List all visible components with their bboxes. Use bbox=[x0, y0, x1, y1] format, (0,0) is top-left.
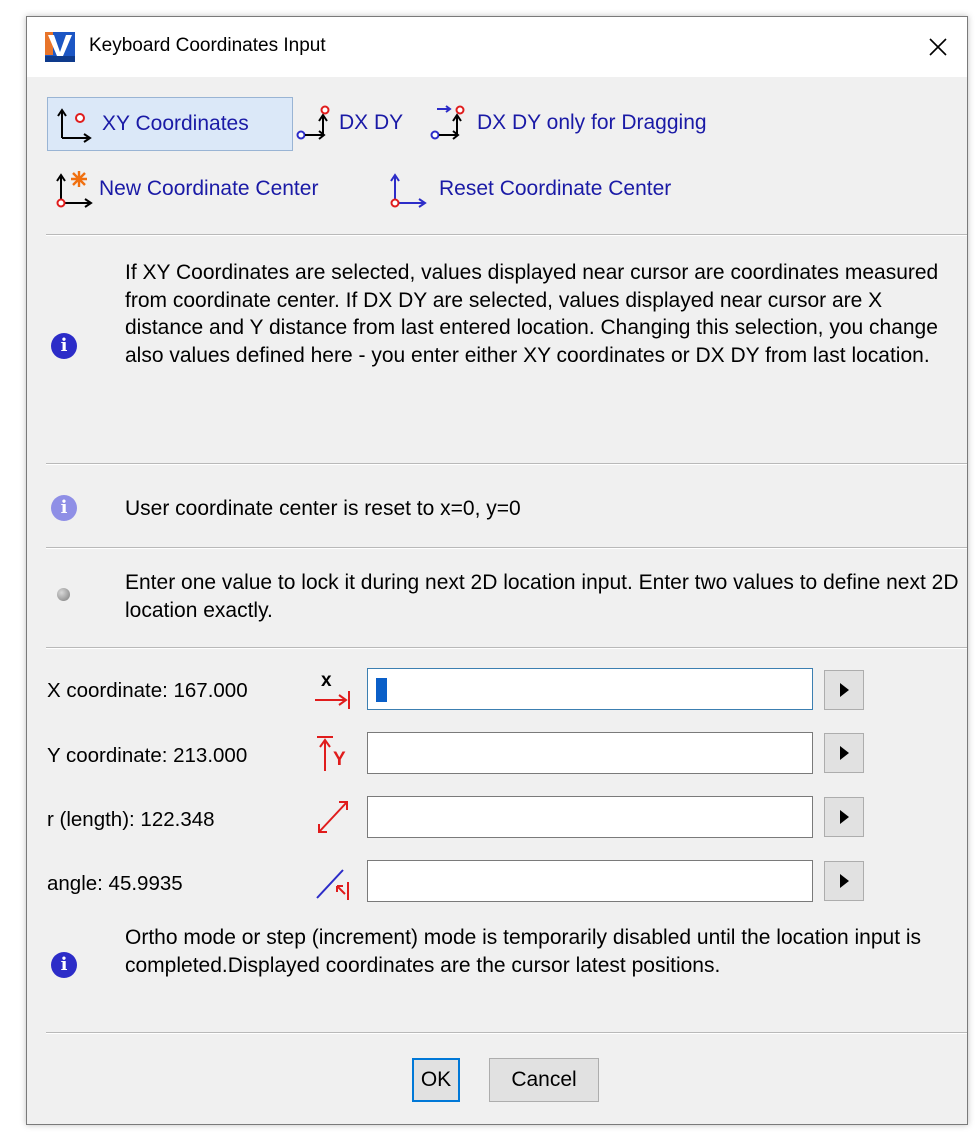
divider bbox=[46, 463, 967, 465]
divider bbox=[46, 1032, 967, 1034]
text-caret bbox=[376, 678, 387, 702]
angle-icon bbox=[316, 869, 349, 900]
play-arrow-icon bbox=[840, 810, 849, 824]
lock-hint-text: Enter one value to lock it during next 2… bbox=[125, 571, 959, 622]
y-coordinate-apply-button[interactable] bbox=[824, 733, 864, 773]
reset-coordinate-center-icon bbox=[390, 173, 427, 208]
title-bar: Keyboard Coordinates Input bbox=[27, 17, 967, 77]
xy-coordinates-icon bbox=[57, 108, 92, 143]
dx-dy-button[interactable]: DX DY bbox=[295, 97, 403, 149]
x-axis-icon: x bbox=[315, 670, 350, 709]
length-input[interactable] bbox=[367, 796, 813, 838]
play-arrow-icon bbox=[840, 746, 849, 760]
angle-input[interactable] bbox=[367, 860, 813, 902]
xy-coordinates-label: XY Coordinates bbox=[102, 112, 249, 135]
close-icon bbox=[929, 38, 947, 56]
bullet-icon bbox=[57, 588, 70, 601]
y-axis-icon: Y bbox=[317, 736, 346, 771]
dx-dy-dragging-button[interactable]: DX DY only for Dragging bbox=[429, 97, 707, 149]
x-coordinate-input[interactable] bbox=[367, 668, 813, 710]
x-coordinate-apply-button[interactable] bbox=[824, 670, 864, 710]
length-label: r (length): 122.348 bbox=[47, 808, 215, 831]
divider bbox=[46, 647, 967, 649]
divider bbox=[46, 234, 967, 236]
reset-coordinate-center-label: Reset Coordinate Center bbox=[439, 177, 672, 200]
dx-dy-dragging-icon bbox=[430, 105, 465, 140]
close-button[interactable] bbox=[909, 17, 967, 77]
svg-text:x: x bbox=[321, 670, 332, 691]
reset-coordinate-center-button[interactable]: Reset Coordinate Center bbox=[387, 165, 671, 213]
dx-dy-dragging-label: DX DY only for Dragging bbox=[477, 111, 707, 134]
cancel-button[interactable]: Cancel bbox=[489, 1058, 599, 1102]
info-icon: i bbox=[51, 952, 77, 978]
length-apply-button[interactable] bbox=[824, 797, 864, 837]
dx-dy-icon bbox=[296, 105, 330, 140]
ok-button[interactable]: OK bbox=[412, 1058, 460, 1102]
svg-text:Y: Y bbox=[333, 749, 346, 770]
y-coordinate-label: Y coordinate: 213.000 bbox=[47, 744, 248, 767]
x-coordinate-label: X coordinate: 167.000 bbox=[47, 679, 248, 702]
new-coordinate-center-icon bbox=[56, 171, 93, 208]
info-light-icon: i bbox=[51, 495, 77, 521]
dx-dy-label: DX DY bbox=[339, 111, 404, 134]
reset-info-text: User coordinate center is reset to x=0, … bbox=[125, 497, 521, 520]
play-arrow-icon bbox=[840, 683, 849, 697]
divider bbox=[46, 547, 967, 549]
angle-label: angle: 45.9935 bbox=[47, 872, 183, 895]
length-icon bbox=[318, 801, 348, 833]
varicad-logo-icon bbox=[45, 32, 75, 62]
play-arrow-icon bbox=[840, 874, 849, 888]
new-coordinate-center-label: New Coordinate Center bbox=[99, 177, 319, 200]
ortho-info-text: Ortho mode or step (increment) mode is t… bbox=[125, 926, 922, 977]
y-coordinate-input[interactable] bbox=[367, 732, 813, 774]
xy-coordinates-button[interactable]: XY Coordinates bbox=[47, 97, 293, 151]
info-icon: i bbox=[51, 333, 77, 359]
mode-info-text: If XY Coordinates are selected, values d… bbox=[125, 261, 939, 367]
window-title: Keyboard Coordinates Input bbox=[89, 35, 326, 56]
new-coordinate-center-button[interactable]: New Coordinate Center bbox=[53, 165, 318, 213]
angle-apply-button[interactable] bbox=[824, 861, 864, 901]
keyboard-coordinates-dialog: Keyboard Coordinates Input XY Coordinate… bbox=[26, 16, 968, 1125]
